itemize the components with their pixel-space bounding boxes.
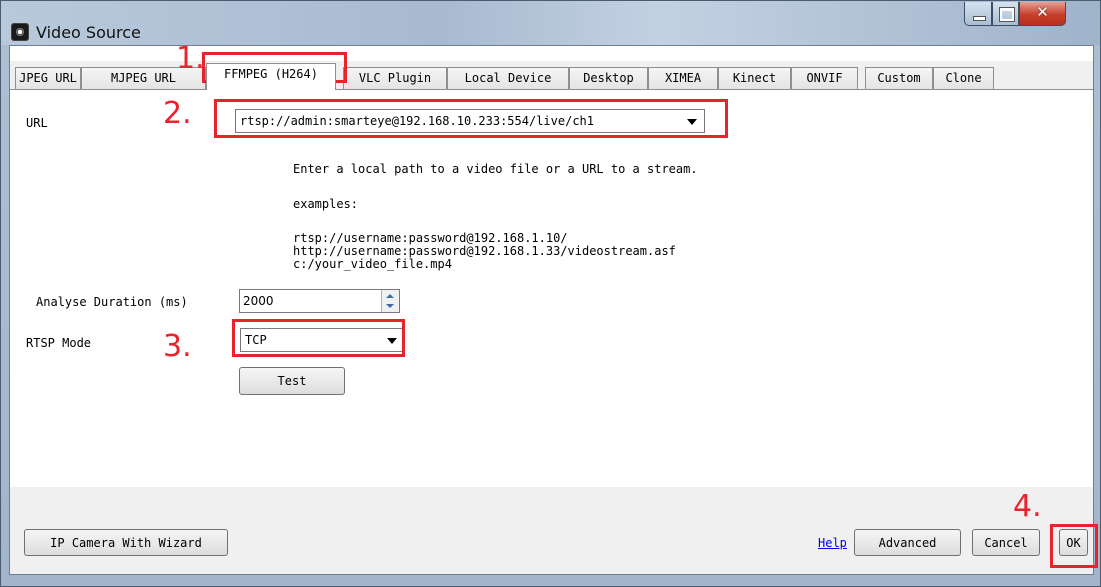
minimize-button[interactable] [964,2,992,26]
help-text: Enter a local path to a video file or a … [293,162,698,176]
spin-buttons[interactable] [381,290,399,312]
spin-up-icon[interactable] [386,294,394,298]
tab-clone[interactable]: Clone [933,67,994,89]
url-combobox[interactable]: rtsp://admin:smarteye@192.168.10.233:554… [235,109,705,133]
url-value: rtsp://admin:smarteye@192.168.10.233:554… [240,114,595,128]
close-icon: ✕ [1036,3,1049,21]
ffmpeg-panel: URL rtsp://admin:smarteye@192.168.10.233… [10,89,1093,488]
advanced-button[interactable]: Advanced [854,529,961,556]
tab-local-device[interactable]: Local Device [447,67,569,89]
annotation-step-1: 1. [176,41,205,76]
tab-strip: JPEG URL MJPEG URL FFMPEG (H264) VLC Plu… [10,61,1093,90]
rtsp-mode-value: TCP [245,333,267,347]
analyse-duration-label: Analyse Duration (ms) [36,295,188,309]
example-file: c:/your_video_file.mp4 [293,257,452,271]
tab-kinect[interactable]: Kinect [718,67,791,89]
window-title: Video Source [36,23,141,42]
title-bar[interactable]: Video Source [1,1,1100,45]
cancel-button[interactable]: Cancel [972,529,1040,556]
tab-vlc-plugin[interactable]: VLC Plugin [343,67,447,89]
url-label: URL [26,116,48,130]
rtsp-mode-label: RTSP Mode [26,336,92,350]
dialog-footer: IP Camera With Wizard Help Advanced Canc… [10,487,1093,574]
tab-ximea[interactable]: XIMEA [648,67,718,89]
analyse-duration-value: 2000 [243,294,274,308]
close-button[interactable]: ✕ [1019,2,1066,26]
annotation-step-3: 3. [163,329,192,364]
analyse-duration-spinbox[interactable]: 2000 [239,289,400,313]
tab-onvif[interactable]: ONVIF [791,67,858,89]
tab-jpeg-url[interactable]: JPEG URL [15,67,81,89]
example-list: rtsp://username:password@192.168.1.10/ h… [293,232,676,271]
test-button[interactable]: Test [239,367,345,395]
chevron-down-icon[interactable] [387,338,397,344]
tab-ffmpeg-h264[interactable]: FFMPEG (H264) [206,63,336,90]
tab-custom[interactable]: Custom [865,67,933,89]
examples-label: examples: [293,197,359,211]
video-source-window: Video Source ✕ JPEG URL MJPEG URL FFMPEG… [0,0,1101,587]
ok-button[interactable]: OK [1059,529,1088,556]
chevron-down-icon[interactable] [687,119,697,125]
spin-down-icon[interactable] [386,304,394,308]
annotation-step-4: 4. [1013,489,1042,524]
annotation-step-2: 2. [163,96,192,131]
rtsp-mode-combobox[interactable]: TCP [240,328,405,352]
help-link[interactable]: Help [818,536,847,550]
tab-desktop[interactable]: Desktop [569,67,648,89]
ip-camera-wizard-button[interactable]: IP Camera With Wizard [24,529,228,556]
webcam-app-icon [11,23,29,41]
maximize-button[interactable] [992,2,1019,26]
